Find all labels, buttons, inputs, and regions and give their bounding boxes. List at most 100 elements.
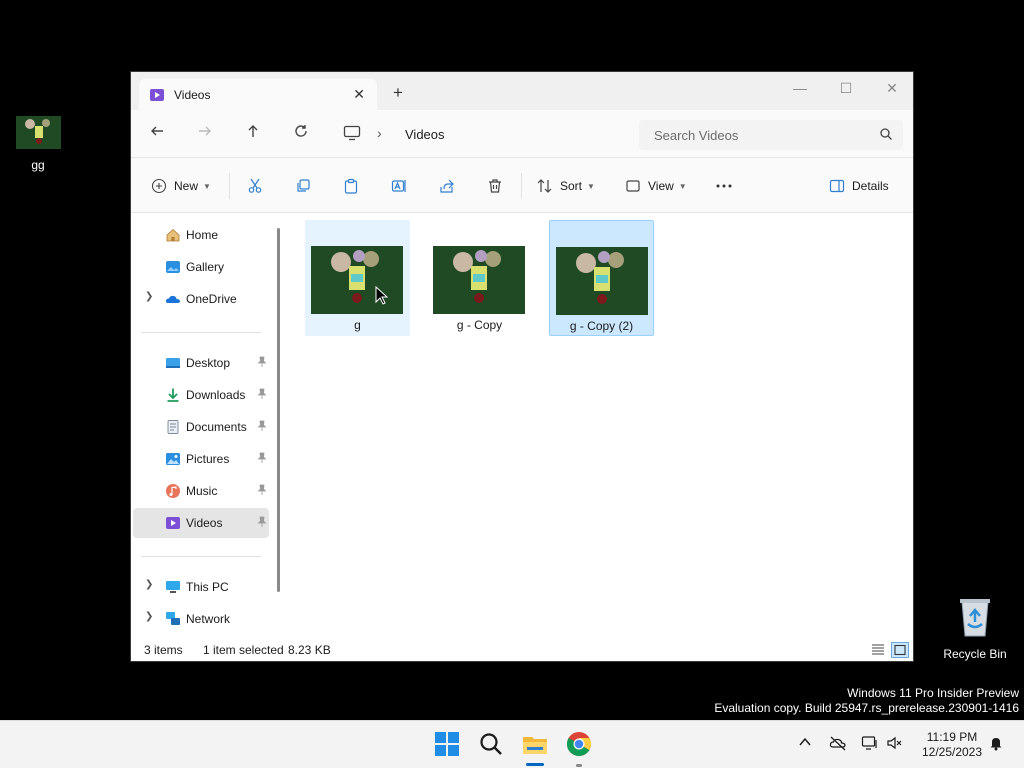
file-explorer-window: Videos ✕ + — ☐ ✕ › Videos Search Videos <box>130 71 914 662</box>
details-view-icon[interactable] <box>869 642 887 658</box>
breadcrumb-this-pc[interactable] <box>343 125 361 144</box>
volume-muted-icon[interactable] <box>886 735 904 751</box>
watermark-line-1: Windows 11 Pro Insider Preview <box>847 686 1019 700</box>
title-bar: Videos ✕ + — ☐ ✕ <box>131 72 913 110</box>
chevron-right-icon[interactable]: ❯ <box>145 611 153 622</box>
video-thumbnail-icon <box>15 116 61 149</box>
chevron-right-icon[interactable]: ❯ <box>145 579 153 590</box>
download-icon <box>167 388 179 402</box>
copy-icon <box>297 179 310 192</box>
file-list: g g - Copy g - Copy (2) <box>287 214 913 639</box>
video-thumbnail-icon <box>433 246 525 314</box>
sidebar-item-pictures[interactable]: Pictures <box>133 444 269 474</box>
sort-button-label: Sort <box>560 179 583 193</box>
file-item-g[interactable]: g <box>305 220 410 336</box>
sidebar-item-downloads[interactable]: Downloads <box>133 380 269 410</box>
more-options-button[interactable] <box>715 174 733 198</box>
taskbar: 11:19 PM 12/25/2023 <box>0 720 1024 768</box>
refresh-button[interactable] <box>289 123 313 147</box>
toolbar-divider <box>229 173 230 199</box>
video-thumbnail-icon <box>311 246 403 314</box>
search-icon[interactable] <box>478 731 504 757</box>
sort-button[interactable]: Sort ▼ <box>537 174 595 198</box>
clock-time: 11:19 PM <box>926 730 978 744</box>
sidebar-item-documents[interactable]: Documents <box>133 412 269 442</box>
delete-button[interactable] <box>487 174 503 198</box>
chevron-down-icon: ▼ <box>678 181 687 191</box>
sidebar-item-label: OneDrive <box>186 292 237 306</box>
file-explorer-taskbar-icon[interactable] <box>522 731 548 757</box>
new-button[interactable]: New ▼ <box>151 174 211 198</box>
arrow-right-icon <box>199 126 211 136</box>
file-item-g-copy[interactable]: g - Copy <box>427 220 532 336</box>
chrome-icon[interactable] <box>566 731 592 757</box>
tab-title: Videos <box>174 87 211 102</box>
sidebar-item-home[interactable]: Home <box>133 220 269 250</box>
clipboard-icon <box>344 178 358 194</box>
forward-button[interactable] <box>193 123 217 147</box>
sidebar-item-desktop[interactable]: Desktop <box>133 348 269 378</box>
sidebar-item-label: Gallery <box>186 260 225 274</box>
pin-icon <box>257 484 267 495</box>
sidebar-item-label: Home <box>186 228 219 242</box>
sidebar-item-label: Videos <box>186 516 223 530</box>
selection-size: 8.23 KB <box>288 643 331 657</box>
sidebar-item-network[interactable]: ❯ Network <box>133 604 269 634</box>
paste-button[interactable] <box>343 174 359 198</box>
sidebar-divider <box>141 332 261 333</box>
sidebar-item-this-pc[interactable]: ❯ This PC <box>133 572 269 602</box>
sidebar-item-label: Music <box>186 484 218 498</box>
search-input[interactable]: Search Videos <box>654 128 738 143</box>
running-app-indicator <box>576 764 582 767</box>
copy-button[interactable] <box>295 174 311 198</box>
details-pane-button[interactable]: Details <box>829 174 889 198</box>
sidebar-item-gallery[interactable]: Gallery <box>133 252 269 282</box>
cloud-offline-icon[interactable] <box>829 735 847 751</box>
desktop-file-gg[interactable]: gg <box>8 116 68 172</box>
maximize-button[interactable]: ☐ <box>823 76 869 100</box>
share-button[interactable] <box>439 174 455 198</box>
pin-icon <box>257 452 267 463</box>
system-clock[interactable]: 11:19 PM 12/25/2023 <box>912 730 992 760</box>
tab-videos[interactable]: Videos ✕ <box>139 79 377 110</box>
view-button[interactable]: View ▼ <box>625 174 687 198</box>
command-bar: New ▼ Sort ▼ View ▼ Details <box>131 158 913 213</box>
pictures-icon <box>166 453 180 465</box>
videos-icon <box>166 517 180 529</box>
cut-button[interactable] <box>247 174 263 198</box>
sidebar-item-label: Network <box>186 612 231 626</box>
watermark-line-2: Evaluation copy. Build 25947.rs_prerelea… <box>714 701 1019 715</box>
chevron-right-icon[interactable]: ❯ <box>145 291 153 302</box>
sort-icon <box>537 179 552 193</box>
chevron-up-icon[interactable] <box>798 735 812 749</box>
back-button[interactable] <box>145 123 169 147</box>
notification-bell-icon[interactable] <box>988 735 1004 751</box>
close-tab-icon[interactable]: ✕ <box>353 86 365 103</box>
address-bar: › Videos Search Videos <box>131 110 913 158</box>
sidebar-item-music[interactable]: Music <box>133 476 269 506</box>
sidebar-item-label: Desktop <box>186 356 231 370</box>
network-status-icon[interactable] <box>861 735 879 751</box>
new-tab-button[interactable]: + <box>393 84 403 101</box>
file-item-g-copy-2[interactable]: g - Copy (2) <box>549 220 654 336</box>
close-window-button[interactable]: ✕ <box>869 76 913 100</box>
desktop-file-label: gg <box>31 158 45 172</box>
gallery-icon <box>166 261 180 273</box>
large-icons-view-icon[interactable] <box>891 642 909 658</box>
rename-icon <box>391 180 406 192</box>
search-box[interactable]: Search Videos <box>639 120 903 150</box>
cloud-icon <box>165 295 180 303</box>
details-pane-icon <box>829 179 845 193</box>
rename-button[interactable] <box>391 174 407 198</box>
toolbar-divider <box>521 173 522 199</box>
new-button-label: New <box>174 179 199 193</box>
sidebar-item-videos[interactable]: Videos <box>133 508 269 538</box>
up-button[interactable] <box>241 123 265 147</box>
desktop-recycle-bin[interactable]: Recycle Bin <box>938 596 1012 661</box>
sidebar-scrollbar[interactable] <box>277 228 280 592</box>
home-icon <box>166 228 180 242</box>
start-icon[interactable] <box>434 731 460 757</box>
breadcrumb-videos[interactable]: Videos <box>405 127 445 142</box>
minimize-button[interactable]: — <box>777 76 823 100</box>
sidebar-item-onedrive[interactable]: ❯ OneDrive <box>133 284 269 314</box>
